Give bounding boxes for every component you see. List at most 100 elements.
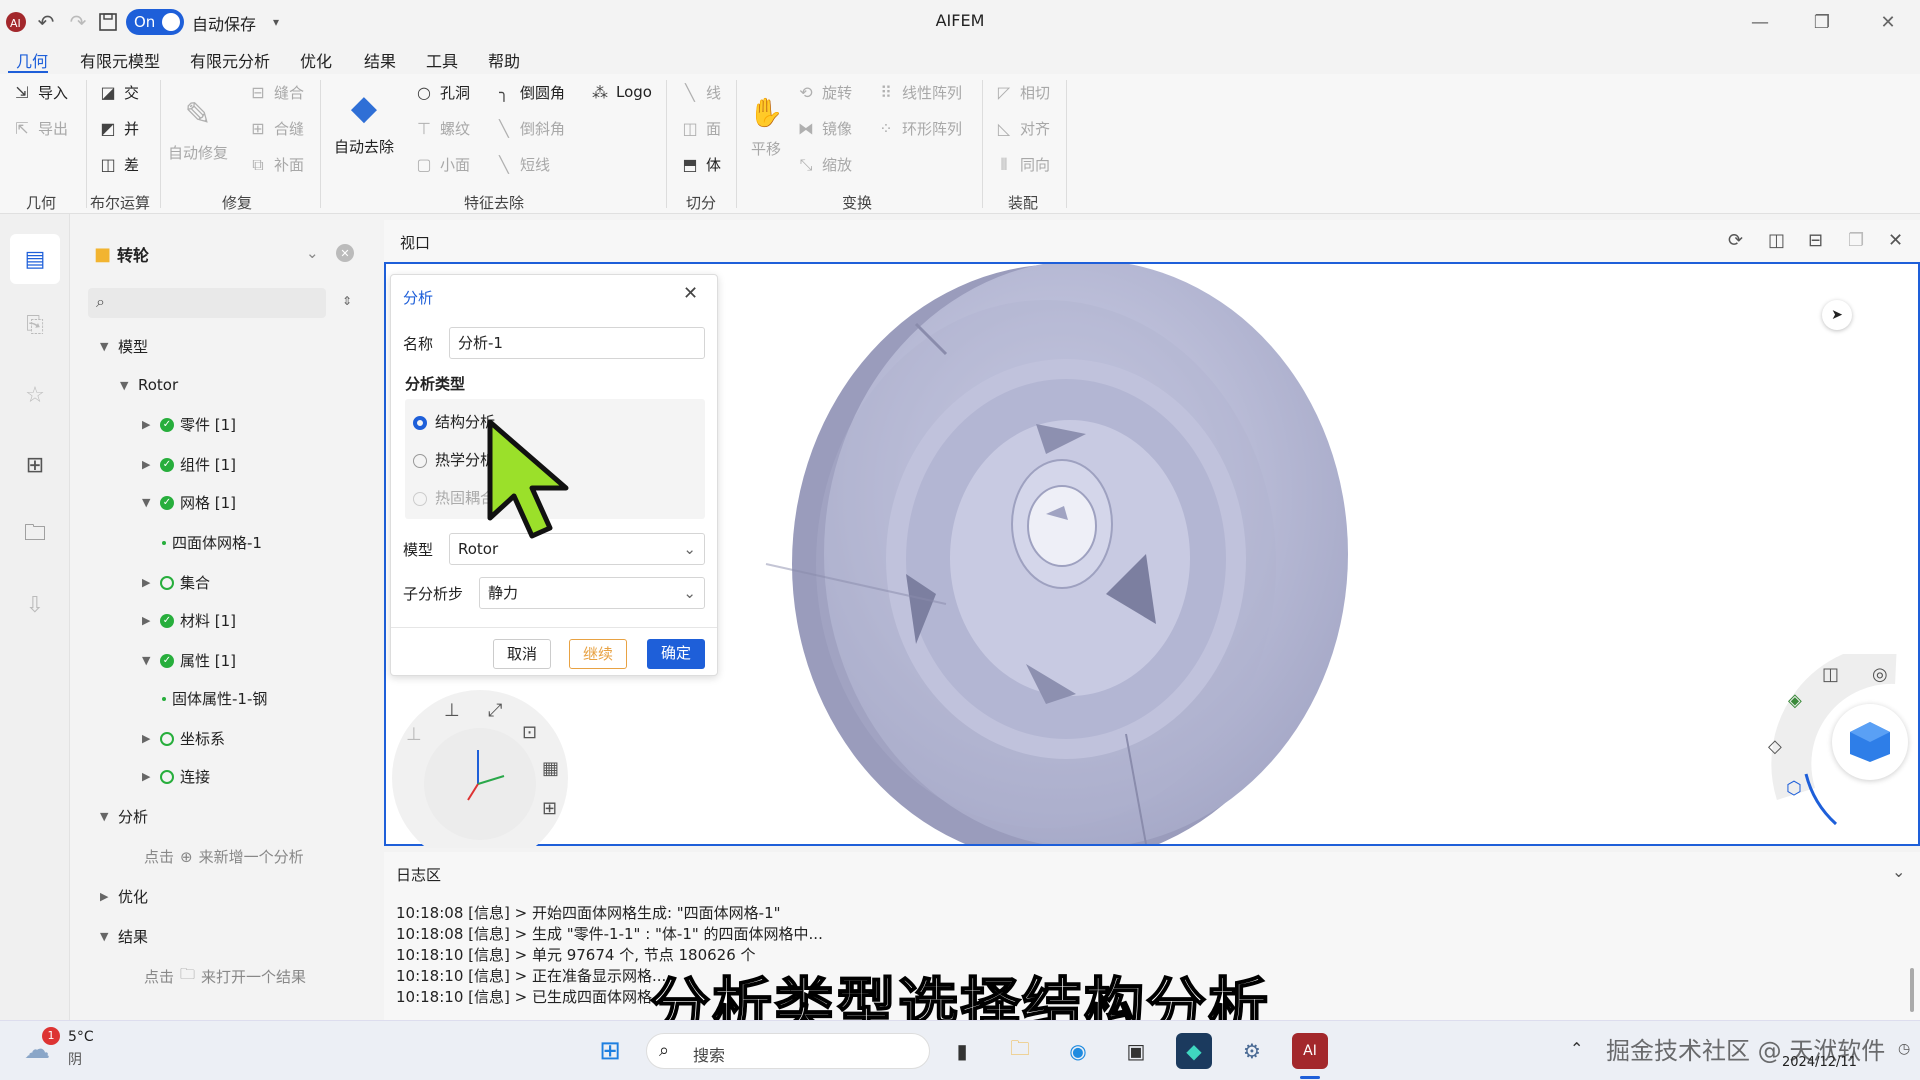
new-folder-icon[interactable]: ⊞ [18,448,52,482]
tree-node-analysis[interactable]: ▼ 分析 [100,806,148,827]
zoom-box-icon[interactable]: ⊡ [522,722,537,743]
tree-node-material[interactable]: ▶ ✓ 材料 [1] [142,610,236,631]
thread-button[interactable]: ⊤ 螺纹 [414,118,470,139]
tree-node-set[interactable]: ▶ 集合 [142,572,210,593]
linear-array-button[interactable]: ⠿ 线性阵列 [876,82,962,103]
dialog-close-icon[interactable]: ✕ [683,283,698,304]
tree-node-property[interactable]: ▼ ✓ 属性 [1] [142,650,236,671]
task-view-icon[interactable]: ▮ [944,1033,980,1069]
small-face-button[interactable]: ▢ 小面 [414,154,470,175]
tree-search-input[interactable]: ⌕ [88,288,326,318]
palette-icon[interactable]: ◎ [1872,664,1888,685]
auto-remove-button[interactable]: ◆ 自动去除 [334,88,394,157]
tangent-button[interactable]: ◸ 相切 [994,82,1050,103]
cancel-button[interactable]: 取消 [493,639,551,669]
name-input[interactable]: 分析-1 [449,327,705,359]
menu-fe-model[interactable]: 有限元模型 [80,48,160,72]
axes-icon[interactable]: ⊥ [444,700,460,721]
merge-face-button[interactable]: ⊞ 合缝 [248,118,304,139]
tree-node-model[interactable]: ▼ 模型 [100,336,148,357]
close-window-icon[interactable]: ✕ [1866,6,1910,38]
tree-node-result[interactable]: ▼ 结果 [100,926,148,947]
continue-button[interactable]: 继续 [569,639,627,669]
log-collapse-chevron-icon[interactable]: ⌄ [1892,862,1905,881]
tree-node-solid-prop[interactable]: 固体属性-1-钢 [162,688,267,709]
notification-icon[interactable]: ◷ [1898,1041,1910,1057]
tree-node-rotor[interactable]: ▼ Rotor [120,376,178,394]
tree-node-connection[interactable]: ▶ 连接 [142,766,210,787]
fit-view-icon[interactable]: ⤢ [488,700,502,721]
split-horizontal-icon[interactable]: ⊟ [1808,230,1823,251]
grid-icon[interactable]: ▦ [542,758,559,779]
security-app-icon[interactable]: ▣ [1118,1033,1154,1069]
tree-node-mesh[interactable]: ▼ ✓ 网格 [1] [142,492,236,513]
tree-node-part[interactable]: ▶ ✓ 零件 [1] [142,414,236,435]
tree-node-optimize[interactable]: ▶ 优化 [100,886,148,907]
open-folder-icon[interactable]: 🗀 [18,518,52,552]
cube-color-icon[interactable]: ◈ [1788,690,1802,711]
folder-star-icon[interactable]: ☆ [18,378,52,412]
axes-off-icon[interactable]: ⊥ [406,724,422,745]
file-search-icon[interactable]: ⎘ [18,308,52,342]
fillet-button[interactable]: ╮ 倒圆角 [494,82,565,103]
menu-tools[interactable]: 工具 [426,48,458,72]
tray-chevron-up-icon[interactable]: ⌃ [1570,1039,1583,1058]
substep-select[interactable]: 静力 ⌄ [479,577,705,609]
hole-button[interactable]: ○ 孔洞 [414,82,470,103]
minimize-icon[interactable]: — [1738,6,1782,38]
quick-access-dropdown-icon[interactable]: ▾ [262,8,290,36]
menu-result[interactable]: 结果 [364,48,396,72]
restore-icon[interactable]: ❐ [1800,6,1844,38]
split-view-icon[interactable]: ◫ [1822,664,1839,685]
mirror-button[interactable]: ⧓ 镜像 [796,118,852,139]
translate-button[interactable]: ✋ 平移 [748,94,784,159]
cube-outline-icon[interactable]: ⬡ [1786,778,1802,799]
sew-button[interactable]: ⊟ 缝合 [248,82,304,103]
subtract-button[interactable]: ◫ 差 [98,154,139,175]
view-cube[interactable] [1832,704,1908,780]
ok-button[interactable]: 确定 [647,639,705,669]
refresh-icon[interactable]: ⟳ [1728,230,1743,251]
align-button[interactable]: ◺ 对齐 [994,118,1050,139]
logo-button[interactable]: ⁂ Logo [590,82,652,102]
close-viewport-icon[interactable]: ✕ [1888,230,1903,251]
radio-thermal[interactable]: 热学分析 [413,449,495,470]
sort-icon[interactable]: ⇕ [342,294,352,308]
chamfer-button[interactable]: ╲ 倒斜角 [494,118,565,139]
settings-gear-icon[interactable]: ⚙ [1234,1033,1270,1069]
cube-wire-icon[interactable]: ◇ [1768,736,1782,757]
import-button[interactable]: ⇲ 导入 [12,82,68,103]
aifem-app-icon[interactable]: AI [1292,1033,1328,1069]
tree-node-tet-mesh[interactable]: 四面体网格-1 [162,532,262,553]
short-edge-button[interactable]: ╲ 短线 [494,154,550,175]
file-explorer-icon[interactable]: 🗀 [1002,1033,1038,1069]
menu-geometry[interactable]: 几何 [16,48,48,72]
document-icon[interactable]: ▤ [10,234,60,284]
tree-node-csys[interactable]: ▶ 坐标系 [142,728,225,749]
radio-structural[interactable]: 结构分析 [413,411,495,432]
union-button[interactable]: ◩ 并 [98,118,139,139]
split-face-button[interactable]: ◫ 面 [680,118,721,139]
split-body-button[interactable]: ⬒ 体 [680,154,721,175]
undo-icon[interactable]: ↶ [32,8,60,36]
cursor-mode-icon[interactable]: ➤ [1822,300,1852,330]
collapse-chevron-icon[interactable]: ⌄ [306,244,319,262]
zoom-fit-icon[interactable]: ⊞ [542,798,557,819]
close-panel-icon[interactable]: ✕ [336,244,354,262]
split-vertical-icon[interactable]: ◫ [1768,230,1785,251]
edge-browser-icon[interactable]: ◉ [1060,1033,1096,1069]
maximize-icon[interactable]: ❐ [1848,230,1864,251]
export-button[interactable]: ⇱ 导出 [12,118,68,139]
taskbar-search-input[interactable]: ⌕ 搜索 [646,1033,930,1069]
intersect-button[interactable]: ◪ 交 [98,82,139,103]
redo-icon[interactable]: ↷ [64,8,92,36]
same-dir-button[interactable]: ⫴ 同向 [994,154,1050,175]
menu-help[interactable]: 帮助 [488,48,520,72]
circular-array-button[interactable]: ⁘ 环形阵列 [876,118,962,139]
auto-repair-button[interactable]: ✎ 自动修复 [168,94,228,163]
dev-tool-icon[interactable]: ◆ [1176,1033,1212,1069]
open-result-hint[interactable]: 点击 🗀 来打开一个结果 [144,964,306,989]
split-line-button[interactable]: ╲ 线 [680,82,721,103]
rotate-button[interactable]: ⟲ 旋转 [796,82,852,103]
tree-root[interactable]: ■ 转轮 [94,242,149,266]
